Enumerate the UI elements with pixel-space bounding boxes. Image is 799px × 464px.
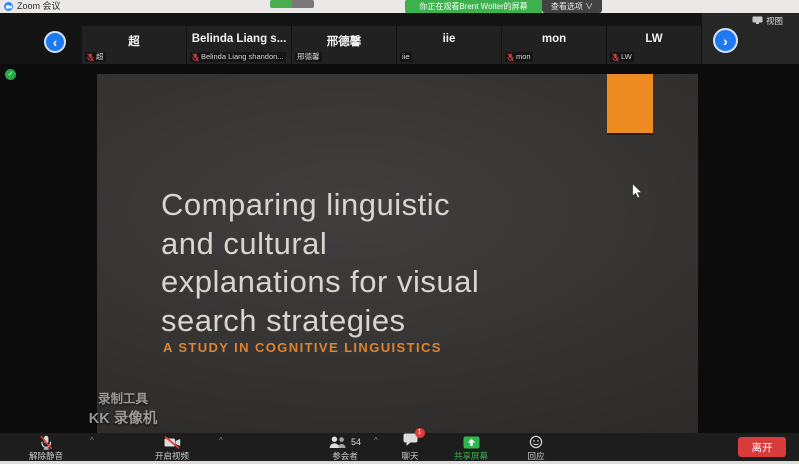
unmute-button[interactable]: 解除静音	[8, 435, 84, 462]
share-screen-icon	[463, 436, 480, 449]
zoom-meeting-window: Zoom 会议 你正在观看Brent Wolter的屏幕 查看选项 ∨ 视图 超…	[0, 0, 799, 464]
muted-mic-icon	[507, 53, 514, 62]
slide-accent-rectangle	[607, 74, 653, 133]
participant-tile[interactable]: Belinda Liang s... Belinda Liang shandon…	[187, 26, 292, 64]
zoom-logo-icon	[4, 2, 13, 11]
audio-indicator	[270, 0, 314, 8]
view-options-button[interactable]: 查看选项 ∨	[542, 0, 602, 13]
recorder-watermark: 录制工具 KK 录像机	[58, 388, 188, 428]
slide-subtitle: A STUDY IN COGNITIVE LINGUISTICS	[163, 340, 442, 355]
mouse-cursor	[632, 183, 643, 204]
reactions-smiley-icon	[529, 435, 543, 449]
participant-label: 超	[85, 52, 106, 62]
participant-name: Belinda Liang s...	[187, 33, 291, 45]
participant-name: 超	[82, 33, 186, 49]
view-button-label: 视图	[766, 15, 783, 27]
participant-name: 邢德馨	[292, 33, 396, 49]
reactions-button[interactable]: 回应	[509, 435, 563, 462]
title-bar: Zoom 会议 你正在观看Brent Wolter的屏幕 查看选项 ∨	[0, 0, 799, 13]
shared-screen-slide: Comparing linguistic and cultural explan…	[97, 74, 698, 433]
participants-button[interactable]: 54 参会者	[312, 435, 378, 462]
muted-mic-icon	[39, 435, 53, 450]
muted-mic-icon	[87, 53, 94, 62]
chat-button[interactable]: 1 聊天	[384, 435, 436, 462]
participants-options-chevron[interactable]: ^	[374, 436, 378, 445]
encryption-check-icon[interactable]: ✓	[5, 69, 16, 80]
participant-tile[interactable]: 邢德馨 邢德馨	[292, 26, 397, 64]
window-title: Zoom 会议	[17, 0, 61, 13]
muted-mic-icon	[612, 53, 619, 62]
leave-meeting-button[interactable]: 离开	[738, 437, 786, 457]
participant-tile[interactable]: 超 超	[82, 26, 187, 64]
participant-name: LW	[607, 33, 701, 45]
participant-name: iie	[397, 33, 501, 45]
monitor-icon	[752, 16, 763, 26]
participant-name: mon	[502, 33, 606, 45]
participants-icon	[329, 436, 348, 449]
start-video-button[interactable]: 开启视频	[136, 435, 208, 462]
chat-unread-badge: 1	[415, 428, 425, 438]
share-screen-button[interactable]: 共享屏幕	[440, 435, 502, 462]
participant-label: iie	[400, 52, 412, 62]
scroll-right-button[interactable]: ›	[713, 28, 738, 53]
participant-tile[interactable]: mon mon	[502, 26, 607, 64]
scroll-left-button[interactable]: ‹	[44, 31, 66, 53]
participant-label: 邢德馨	[295, 52, 322, 62]
participant-label: mon	[505, 52, 533, 62]
muted-camera-icon	[164, 436, 181, 449]
viewing-screen-banner: 你正在观看Brent Wolter的屏幕	[405, 0, 542, 13]
video-options-chevron[interactable]: ^	[219, 436, 223, 445]
participant-label: LW	[610, 52, 634, 62]
mic-options-chevron[interactable]: ^	[90, 436, 94, 445]
muted-mic-icon	[192, 53, 199, 62]
slide-title: Comparing linguistic and cultural explan…	[161, 186, 641, 340]
view-layout-button[interactable]: 视图	[752, 15, 783, 27]
participants-count: 54	[351, 437, 361, 447]
participant-label: Belinda Liang shandon...	[190, 52, 286, 62]
participant-tile[interactable]: LW LW	[607, 26, 702, 64]
participant-tile[interactable]: iie iie	[397, 26, 502, 64]
